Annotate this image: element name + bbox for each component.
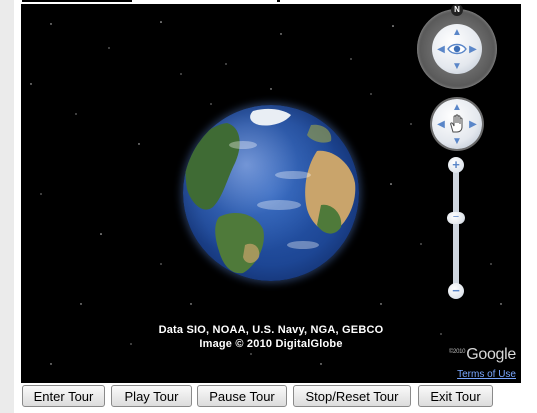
zoom-slider[interactable]: + − − [447,157,465,299]
north-indicator[interactable]: N [451,4,463,16]
top-speck [277,0,280,2]
move-control-pad[interactable]: ▲ ▼ ◀ ▶ [432,99,482,149]
look-control-pad[interactable]: ▲ ▼ ◀ ▶ [432,24,482,74]
attribution-line-2: Image © 2010 DigitalGlobe [199,338,343,350]
top-underline [22,0,132,2]
map-attribution: Data SIO, NOAA, U.S. Navy, NGA, GEBCO Im… [121,323,421,351]
enter-tour-button[interactable]: Enter Tour [22,385,105,407]
move-down-chevron-icon[interactable]: ▼ [449,134,465,148]
terms-of-use-link[interactable]: Terms of Use [441,369,516,380]
attribution-line-1: Data SIO, NOAA, U.S. Navy, NGA, GEBCO [158,324,384,336]
stop-reset-tour-button[interactable]: Stop/Reset Tour [293,385,411,407]
look-up-chevron-icon[interactable]: ▲ [449,25,465,39]
zoom-thumb[interactable]: − [447,212,465,225]
earth-globe[interactable] [183,105,359,281]
look-down-chevron-icon[interactable]: ▼ [449,59,465,73]
zoom-in-button[interactable]: + [448,157,464,173]
left-gutter [0,0,14,413]
move-left-chevron-icon[interactable]: ◀ [433,117,449,131]
zoom-out-button[interactable]: − [448,283,464,299]
move-right-chevron-icon[interactable]: ▶ [465,117,481,131]
look-control-ring[interactable]: N ▲ ▼ ◀ ▶ [417,4,497,89]
look-right-chevron-icon[interactable]: ▶ [465,42,481,56]
play-tour-button[interactable]: Play Tour [111,385,192,407]
eye-icon [447,43,467,55]
exit-tour-button[interactable]: Exit Tour [418,385,493,407]
logo-wordmark: Google [466,346,516,363]
google-logo: ©2010Google [438,346,516,364]
zoom-rail[interactable] [453,163,459,293]
globe-landmasses [185,108,356,274]
move-up-chevron-icon[interactable]: ▲ [449,100,465,114]
pause-tour-button[interactable]: Pause Tour [197,385,287,407]
hand-icon [450,114,463,133]
logo-copyright: ©2010 [448,348,466,355]
